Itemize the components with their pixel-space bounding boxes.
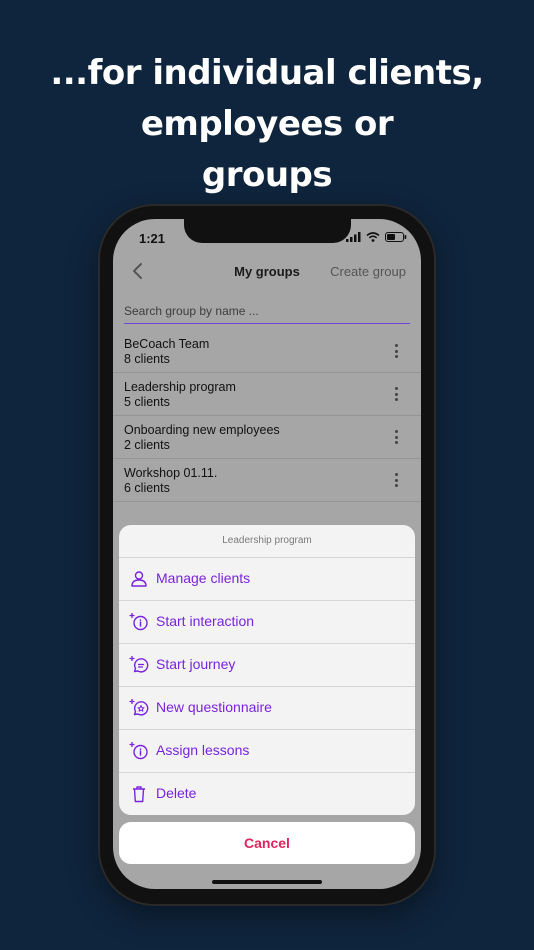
trash-icon [129, 784, 149, 804]
create-group-button[interactable]: Create group [330, 264, 406, 279]
headline-line-1: ...for individual clients, [50, 53, 484, 93]
questionnaire-plus-icon [129, 698, 149, 718]
new-questionnaire-action[interactable]: New questionnaire [119, 687, 415, 730]
more-options-icon[interactable] [395, 344, 399, 361]
lesson-plus-icon [129, 741, 149, 761]
phone-notch [184, 219, 351, 243]
group-name: Onboarding new employees [124, 423, 280, 437]
action-label: Delete [156, 785, 197, 801]
group-client-count: 6 clients [124, 481, 170, 495]
start-journey-action[interactable]: Start journey [119, 644, 415, 687]
search-field [124, 301, 410, 324]
nav-bar: My groups Create group [113, 259, 421, 287]
more-options-icon[interactable] [395, 387, 399, 404]
search-input[interactable] [124, 301, 410, 321]
headline-line-3: groups [201, 155, 333, 195]
group-client-count: 8 clients [124, 352, 170, 366]
manage-clients-action[interactable]: Manage clients [119, 558, 415, 601]
start-interaction-action[interactable]: Start interaction [119, 601, 415, 644]
group-client-count: 5 clients [124, 395, 170, 409]
wifi-icon [366, 232, 380, 242]
group-row[interactable]: Workshop 01.11. 6 clients [113, 459, 421, 502]
action-sheet: Leadership program Manage clients Start … [119, 525, 415, 815]
group-name: BeCoach Team [124, 337, 210, 351]
action-label: New questionnaire [156, 699, 272, 715]
headline-line-2: employees or [140, 104, 394, 144]
action-sheet-title: Leadership program [119, 525, 415, 558]
home-indicator [212, 880, 322, 884]
action-label: Manage clients [156, 570, 251, 586]
action-label: Start journey [156, 656, 236, 672]
group-row[interactable]: Onboarding new employees 2 clients [113, 416, 421, 459]
journey-plus-icon [129, 655, 149, 675]
group-name: Leadership program [124, 380, 236, 394]
phone-screen: 1:21 My groups Create group Search group… [113, 219, 421, 889]
delete-action[interactable]: Delete [119, 773, 415, 815]
group-row[interactable]: Leadership program 5 clients [113, 373, 421, 416]
more-options-icon[interactable] [395, 473, 399, 490]
interaction-plus-icon [129, 612, 149, 632]
group-row[interactable]: BeCoach Team 8 clients [113, 330, 421, 373]
cancel-button[interactable]: Cancel [119, 822, 415, 864]
person-icon [129, 569, 149, 589]
marketing-headline: ...for individual clients, employees or … [0, 48, 534, 201]
group-name: Workshop 01.11. [124, 466, 218, 480]
status-time: 1:21 [139, 231, 166, 246]
battery-icon [385, 232, 407, 242]
action-label: Start interaction [156, 613, 255, 629]
group-client-count: 2 clients [124, 438, 170, 452]
more-options-icon[interactable] [395, 430, 399, 447]
assign-lessons-action[interactable]: Assign lessons [119, 730, 415, 773]
status-icons [346, 232, 407, 242]
group-list: BeCoach Team 8 clients Leadership progra… [113, 330, 421, 502]
action-label: Assign lessons [156, 742, 250, 758]
